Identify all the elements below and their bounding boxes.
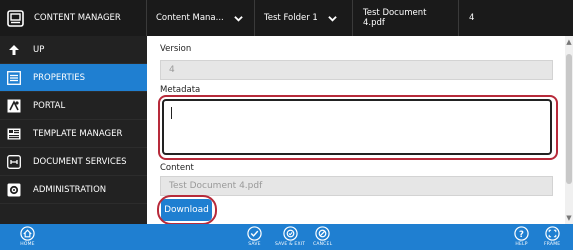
sidebar-item-label: TEMPLATE MANAGER: [33, 128, 123, 139]
sidebar-item-label: UP: [33, 44, 45, 55]
metadata-highlight: [158, 95, 558, 160]
sidebar-item-properties[interactable]: PROPERTIES: [0, 64, 147, 92]
sidebar: UP PROPERTIES PORTAL TEMPLATE MANAGER DO…: [0, 36, 147, 224]
breadcrumb-label: Test Folder 1: [264, 13, 318, 23]
scroll-down-icon[interactable]: ▼: [565, 214, 573, 222]
properties-panel: Version 4 Metadata Content Test Document…: [147, 36, 573, 225]
checkmark-icon: [247, 226, 262, 241]
chevron-down-icon: [234, 15, 243, 22]
help-button[interactable]: ? HELP: [514, 226, 529, 247]
save-exit-button[interactable]: SAVE & EXIT: [275, 226, 305, 247]
svg-text:?: ?: [519, 229, 524, 239]
home-label: HOME: [20, 242, 35, 247]
breadcrumb-test-folder[interactable]: Test Folder 1: [255, 0, 353, 36]
sidebar-item-label: ADMINISTRATION: [33, 184, 107, 195]
scrollbar-thumb[interactable]: [566, 54, 572, 184]
template-icon: [6, 126, 22, 142]
app-title: CONTENT MANAGER: [34, 13, 121, 23]
frame-button[interactable]: FRAME: [544, 226, 560, 247]
bottom-toolbar: HOME SAVE SAVE & EXIT CANCEL ? HELP FRAM…: [0, 224, 573, 250]
help-label: HELP: [515, 242, 528, 247]
breadcrumb-version[interactable]: 4: [459, 0, 484, 36]
cancel-button[interactable]: CANCEL: [313, 226, 332, 247]
sidebar-item-document-services[interactable]: DOCUMENT SERVICES: [0, 148, 147, 176]
frame-label: FRAME: [544, 242, 561, 247]
chevron-down-icon: [328, 15, 337, 22]
version-label: Version: [160, 44, 192, 54]
download-highlight: [157, 195, 217, 225]
version-number: 4: [469, 13, 475, 23]
scrollbar[interactable]: ▲ ▼: [565, 36, 573, 224]
cancel-label: CANCEL: [313, 242, 333, 247]
list-icon: [6, 70, 22, 86]
home-button[interactable]: HOME: [20, 226, 35, 247]
help-icon: ?: [514, 226, 529, 241]
sidebar-item-label: DOCUMENT SERVICES: [33, 156, 127, 167]
sidebar-item-up[interactable]: UP: [0, 36, 147, 64]
save-label: SAVE: [248, 242, 261, 247]
portal-icon: [6, 98, 22, 114]
save-button[interactable]: SAVE: [247, 226, 262, 247]
breadcrumb-label: Test Document 4.pdf: [363, 8, 427, 28]
sidebar-item-template-manager[interactable]: TEMPLATE MANAGER: [0, 120, 147, 148]
home-icon: [20, 226, 35, 241]
breadcrumb-document[interactable]: Test Document 4.pdf: [353, 0, 459, 36]
content-label: Content: [160, 163, 194, 173]
content-manager-icon: [7, 9, 24, 27]
save-exit-label: SAVE & EXIT: [275, 242, 306, 247]
sidebar-item-label: PROPERTIES: [33, 72, 85, 83]
sidebar-item-portal[interactable]: PORTAL: [0, 92, 147, 120]
sidebar-item-administration[interactable]: ADMINISTRATION: [0, 176, 147, 204]
cancel-icon: [315, 226, 330, 241]
app-brand[interactable]: CONTENT MANAGER: [0, 0, 147, 36]
metadata-label: Metadata: [160, 85, 201, 95]
version-field: 4: [160, 60, 553, 80]
breadcrumb-content-manager[interactable]: Content Mana...: [147, 0, 255, 36]
top-bar: CONTENT MANAGER Content Mana... Test Fol…: [0, 0, 573, 36]
content-field: Test Document 4.pdf: [160, 176, 553, 196]
save-exit-icon: [282, 226, 298, 241]
sidebar-item-label: PORTAL: [33, 100, 66, 111]
arrow-up-icon: [6, 42, 22, 58]
services-icon: [6, 154, 22, 170]
scroll-up-icon[interactable]: ▲: [565, 38, 573, 46]
frame-icon: [545, 226, 560, 241]
gear-icon: [6, 182, 22, 198]
breadcrumb-label: Content Mana...: [156, 13, 224, 23]
